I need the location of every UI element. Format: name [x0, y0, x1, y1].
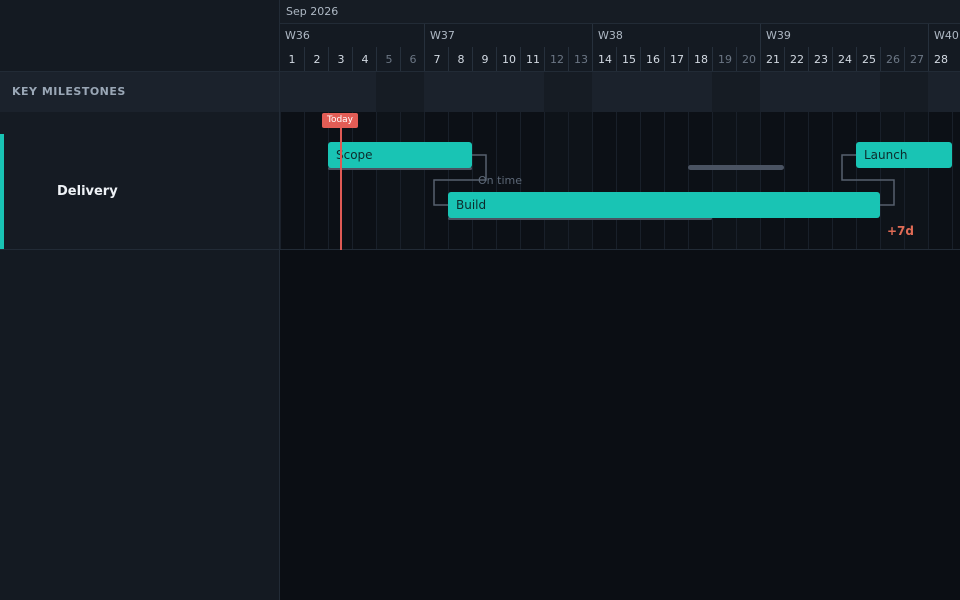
- delay-badge: +7d: [887, 224, 914, 238]
- today-marker-line: [340, 126, 342, 250]
- gantt-app: KEY MILESTONES Delivery Sep 2026 W36 W37…: [0, 0, 960, 600]
- today-badge: Today: [322, 113, 358, 128]
- task-bar-build[interactable]: Build: [448, 192, 880, 218]
- float-bar: [688, 165, 784, 170]
- group-name: Delivery: [57, 184, 118, 199]
- status-note-on-time: On time: [478, 174, 522, 187]
- group-accent-bar: [0, 134, 4, 249]
- section-header: KEY MILESTONES: [0, 71, 279, 113]
- timeline: Sep 2026 W36 W37 W38 W39 W40 1 2 3 4 5 6…: [280, 0, 960, 600]
- task-label: Build: [456, 198, 487, 212]
- section-title: KEY MILESTONES: [12, 85, 126, 98]
- dependency-links: [433, 151, 895, 209]
- sidebar: KEY MILESTONES Delivery: [0, 0, 280, 600]
- task-label: Launch: [864, 148, 908, 162]
- group-row-delivery[interactable]: Delivery: [0, 112, 279, 250]
- task-bar-launch[interactable]: Launch: [856, 142, 952, 168]
- task-bar-scope[interactable]: Scope: [328, 142, 472, 168]
